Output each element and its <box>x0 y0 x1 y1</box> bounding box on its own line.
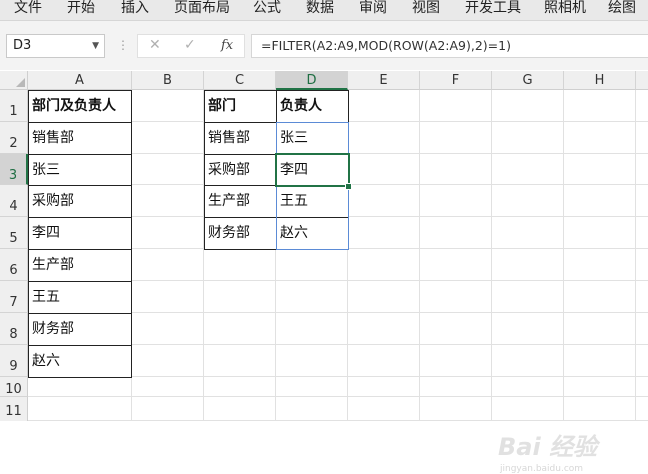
cell-a4[interactable]: 采购部 <box>28 185 132 218</box>
cell-a6[interactable]: 生产部 <box>28 249 132 282</box>
row-header-7[interactable]: 7 <box>0 281 28 313</box>
gridline <box>28 396 648 397</box>
row-header-11[interactable]: 11 <box>0 397 28 421</box>
name-box[interactable]: D3 ▼ <box>6 34 105 58</box>
formula-bar-buttons: ✕ ✓ fx <box>137 34 245 58</box>
cell-c3[interactable]: 采购部 <box>204 154 277 186</box>
formula-input[interactable]: =FILTER(A2:A9,MOD(ROW(A2:A9),2)=1) <box>251 34 648 58</box>
name-box-value: D3 <box>13 38 32 53</box>
tab-draw[interactable]: 绘图 <box>608 0 636 17</box>
column-header-a[interactable]: A <box>28 71 132 90</box>
watermark-url: jingyan.baidu.com <box>500 464 584 474</box>
column-header-d[interactable]: D <box>276 71 348 90</box>
row-header-5[interactable]: 5 <box>0 217 28 249</box>
cell-a7[interactable]: 王五 <box>28 281 132 314</box>
tab-review[interactable]: 审阅 <box>359 0 387 17</box>
row-header-1[interactable]: 1 <box>0 90 28 122</box>
cell-a9[interactable]: 赵六 <box>28 345 132 378</box>
row-header-10[interactable]: 10 <box>0 377 28 397</box>
tab-camera[interactable]: 照相机 <box>544 0 586 17</box>
row-header-2[interactable]: 2 <box>0 122 28 154</box>
column-header-f[interactable]: F <box>420 71 492 90</box>
column-header-e[interactable]: E <box>348 71 420 90</box>
tab-view[interactable]: 视图 <box>412 0 440 17</box>
cell-a5[interactable]: 李四 <box>28 217 132 250</box>
cell-a2[interactable]: 销售部 <box>28 122 132 155</box>
watermark-logo: Bai 经验 <box>498 433 598 461</box>
row-header-6[interactable]: 6 <box>0 249 28 281</box>
cell-a8[interactable]: 财务部 <box>28 313 132 346</box>
column-header-g[interactable]: G <box>492 71 564 90</box>
cell-a1[interactable]: 部门及负责人 <box>28 90 132 123</box>
cell-c1[interactable]: 部门 <box>204 90 277 123</box>
active-cell-selection[interactable] <box>275 153 350 187</box>
select-all-corner[interactable] <box>0 71 28 90</box>
insert-function-icon[interactable]: fx <box>221 38 233 53</box>
tab-data[interactable]: 数据 <box>306 0 334 17</box>
cell-c5[interactable]: 财务部 <box>204 217 277 250</box>
tab-insert[interactable]: 插入 <box>121 0 149 17</box>
gridline <box>491 90 492 421</box>
ribbon-tab-bar: 文件 开始 插入 页面布局 公式 数据 审阅 视图 开发工具 照相机 绘图 <box>0 0 648 21</box>
chevron-down-icon[interactable]: ▼ <box>92 35 99 57</box>
column-header-b[interactable]: B <box>132 71 204 90</box>
gridline <box>419 90 420 421</box>
tab-page-layout[interactable]: 页面布局 <box>174 0 230 17</box>
check-icon[interactable]: ✓ <box>184 37 196 53</box>
worksheet-grid[interactable]: A B C D E F G H 1 2 3 4 5 6 7 8 9 10 11 … <box>0 71 648 474</box>
row-header-9[interactable]: 9 <box>0 345 28 377</box>
cell-c4[interactable]: 生产部 <box>204 185 277 218</box>
tab-formulas[interactable]: 公式 <box>253 0 281 17</box>
tab-developer[interactable]: 开发工具 <box>465 0 521 17</box>
close-icon[interactable]: ✕ <box>149 37 161 53</box>
row-header-4[interactable]: 4 <box>0 185 28 217</box>
column-header-h[interactable]: H <box>564 71 636 90</box>
row-header-3[interactable]: 3 <box>0 154 28 185</box>
cell-a3[interactable]: 张三 <box>28 154 132 186</box>
gridline <box>563 90 564 421</box>
gridline <box>635 90 636 421</box>
tab-file[interactable]: 文件 <box>14 0 42 17</box>
row-header-8[interactable]: 8 <box>0 313 28 345</box>
formula-bar-grip-icon[interactable]: ⋮ <box>117 38 130 52</box>
cell-c2[interactable]: 销售部 <box>204 122 277 155</box>
fill-handle[interactable] <box>345 183 352 190</box>
column-header-partial <box>636 71 648 90</box>
column-header-c[interactable]: C <box>204 71 276 90</box>
cell-d1[interactable]: 负责人 <box>276 90 349 123</box>
tab-home[interactable]: 开始 <box>67 0 95 17</box>
